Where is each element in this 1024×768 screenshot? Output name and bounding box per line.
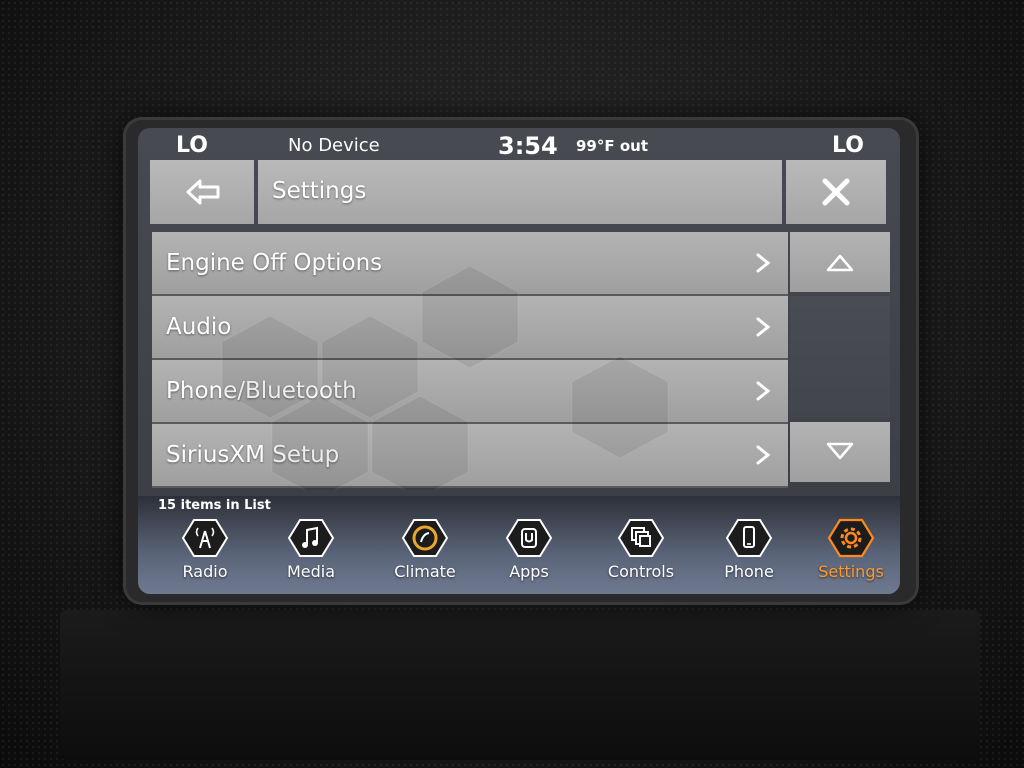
- nav-climate[interactable]: Climate: [380, 516, 470, 588]
- nav-radio[interactable]: Radio: [160, 516, 250, 588]
- list-item-phone-bluetooth[interactable]: Phone/Bluetooth: [152, 360, 788, 424]
- close-button[interactable]: [786, 160, 886, 224]
- clock: 3:54: [498, 132, 558, 160]
- nav-media[interactable]: Media: [266, 516, 356, 588]
- chevron-right-icon: [756, 381, 771, 401]
- dashboard-lower-panel: [60, 610, 980, 760]
- radio-tower-icon: [181, 519, 229, 557]
- nav-phone[interactable]: Phone: [704, 516, 794, 588]
- chevron-right-icon: [756, 317, 771, 337]
- header-bar: Settings: [150, 160, 886, 224]
- list-item-label: Engine Off Options: [166, 250, 383, 276]
- triangle-up-icon: [826, 254, 854, 272]
- scroll-track[interactable]: [790, 296, 890, 418]
- triangle-down-icon: [826, 442, 854, 460]
- nav-label: Controls: [607, 562, 675, 581]
- nav-label: Settings: [818, 562, 884, 581]
- list-item-label: Phone/Bluetooth: [166, 378, 357, 404]
- back-arrow-icon: [186, 179, 220, 205]
- title-bar: Settings: [258, 160, 782, 224]
- gear-icon: [827, 518, 875, 558]
- scroll-down-button[interactable]: [790, 422, 890, 482]
- list-item-audio[interactable]: Audio: [152, 296, 788, 360]
- climate-icon: [401, 519, 449, 557]
- list-item-engine-off-options[interactable]: Engine Off Options: [152, 232, 788, 296]
- settings-list: Engine Off Options Audio Phone/Bluetooth…: [152, 232, 788, 490]
- close-icon: [822, 178, 850, 206]
- nav-label: Climate: [394, 562, 456, 581]
- apps-icon: [505, 519, 553, 557]
- list-item-siriusxm-setup[interactable]: SiriusXM Setup: [152, 424, 788, 488]
- phone-icon: [725, 519, 773, 557]
- nav-label: Apps: [509, 562, 549, 581]
- chevron-right-icon: [756, 253, 771, 273]
- list-count-label: 15 items in List: [158, 498, 271, 513]
- nav-settings[interactable]: Settings: [806, 516, 896, 588]
- nav-label: Phone: [724, 562, 774, 581]
- infotainment-screen: LO No Device 3:54 99°F out LO Settings E…: [138, 128, 900, 594]
- nav-label: Radio: [182, 562, 228, 581]
- back-button[interactable]: [150, 160, 254, 224]
- list-item-label: SiriusXM Setup: [166, 442, 340, 468]
- driver-temp-setting[interactable]: LO: [176, 128, 208, 162]
- chevron-right-icon: [756, 445, 771, 465]
- outside-temperature: 99°F out: [576, 137, 648, 155]
- list-item-label: Audio: [166, 314, 232, 340]
- music-note-icon: [287, 519, 335, 557]
- scroll-up-button[interactable]: [790, 232, 890, 292]
- page-title: Settings: [272, 178, 367, 204]
- nav-label: Media: [286, 562, 336, 581]
- device-status: No Device: [288, 135, 380, 156]
- controls-icon: [617, 519, 665, 557]
- nav-controls[interactable]: Controls: [596, 516, 686, 588]
- passenger-temp-setting[interactable]: LO: [832, 128, 864, 162]
- nav-apps[interactable]: Apps: [484, 516, 574, 588]
